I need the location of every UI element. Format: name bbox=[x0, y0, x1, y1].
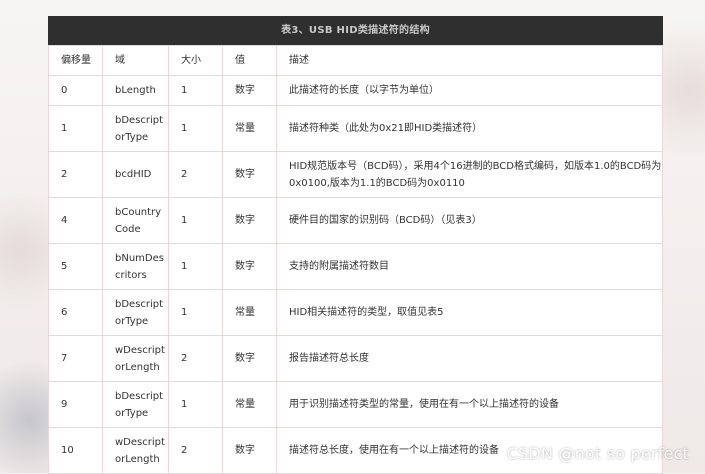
cell-description: 描述符种类（此处为0x21即HID类描述符） bbox=[276, 105, 663, 152]
cell-value: 数字 bbox=[222, 335, 277, 382]
hid-descriptor-table: 表3、USB HID类描述符的结构 偏移量 域 大小 值 描述 0 bLengt… bbox=[48, 16, 663, 474]
cell-value: 常量 bbox=[222, 289, 277, 336]
cell-field: wDescriptorLength bbox=[102, 335, 169, 382]
cell-size: 2 bbox=[168, 335, 223, 382]
cell-offset: 5 bbox=[48, 243, 103, 290]
cell-offset: 4 bbox=[48, 197, 103, 244]
table-row: 5 bNumDescritors 1 数字 支持的附属描述符数目 bbox=[48, 243, 663, 290]
cell-value: 数字 bbox=[222, 75, 277, 106]
csdn-watermark: CSDN @not so perfect bbox=[506, 444, 689, 463]
table-row: 0 bLength 1 数字 此描述符的长度（以字节为单位） bbox=[48, 75, 663, 106]
table-row: 2 bcdHID 2 数字 HID规范版本号（BCD码），采用4个16进制的BC… bbox=[48, 151, 663, 198]
cell-size: 1 bbox=[168, 243, 223, 290]
table-header-row: 偏移量 域 大小 值 描述 bbox=[48, 45, 663, 76]
table-row: 7 wDescriptorLength 2 数字 报告描述符总长度 bbox=[48, 335, 663, 382]
cell-size: 1 bbox=[168, 197, 223, 244]
cell-value: 常量 bbox=[222, 105, 277, 152]
cell-value: 数字 bbox=[222, 427, 277, 474]
cell-field: bCountryCode bbox=[102, 197, 169, 244]
cell-offset: 1 bbox=[48, 105, 103, 152]
cell-description: HID规范版本号（BCD码），采用4个16进制的BCD格式编码，如版本1.0的B… bbox=[276, 151, 663, 198]
cell-offset: 10 bbox=[48, 427, 103, 474]
cell-description: 硬件目的国家的识别码（BCD码）（见表3） bbox=[276, 197, 663, 244]
table-row: 1 bDescriptorType 1 常量 描述符种类（此处为0x21即HID… bbox=[48, 105, 663, 152]
cell-size: 2 bbox=[168, 427, 223, 474]
cell-size: 1 bbox=[168, 289, 223, 336]
table-row: 6 bDescriptorType 1 常量 HID相关描述符的类型，取值见表5 bbox=[48, 289, 663, 336]
cell-field: bNumDescritors bbox=[102, 243, 169, 290]
header-value: 值 bbox=[222, 45, 277, 76]
cell-size: 2 bbox=[168, 151, 223, 198]
table-row: 9 bDescriptorType 1 常量 用于识别描述符类型的常量，使用在有… bbox=[48, 381, 663, 428]
cell-value: 数字 bbox=[222, 197, 277, 244]
hid-descriptor-table-container: 表3、USB HID类描述符的结构 偏移量 域 大小 值 描述 0 bLengt… bbox=[48, 16, 663, 474]
cell-size: 1 bbox=[168, 105, 223, 152]
cell-size: 1 bbox=[168, 75, 223, 106]
cell-description: HID相关描述符的类型，取值见表5 bbox=[276, 289, 663, 336]
cell-offset: 6 bbox=[48, 289, 103, 336]
cell-field: bDescriptorType bbox=[102, 105, 169, 152]
cell-field: wDescriptorLength bbox=[102, 427, 169, 474]
cell-value: 数字 bbox=[222, 151, 277, 198]
table-caption: 表3、USB HID类描述符的结构 bbox=[48, 16, 663, 45]
cell-field: bDescriptorType bbox=[102, 381, 169, 428]
cell-field: bcdHID bbox=[102, 151, 169, 198]
header-offset: 偏移量 bbox=[48, 45, 103, 76]
cell-description: 此描述符的长度（以字节为单位） bbox=[276, 75, 663, 106]
cell-description: 支持的附属描述符数目 bbox=[276, 243, 663, 290]
table-row: 4 bCountryCode 1 数字 硬件目的国家的识别码（BCD码）（见表3… bbox=[48, 197, 663, 244]
header-size: 大小 bbox=[168, 45, 223, 76]
cell-offset: 9 bbox=[48, 381, 103, 428]
cell-field: bDescriptorType bbox=[102, 289, 169, 336]
cell-offset: 7 bbox=[48, 335, 103, 382]
cell-description: 报告描述符总长度 bbox=[276, 335, 663, 382]
cell-offset: 0 bbox=[48, 75, 103, 106]
cell-offset: 2 bbox=[48, 151, 103, 198]
header-field: 域 bbox=[102, 45, 169, 76]
header-description: 描述 bbox=[276, 45, 663, 76]
cell-field: bLength bbox=[102, 75, 169, 106]
cell-description: 用于识别描述符类型的常量，使用在有一个以上描述符的设备 bbox=[276, 381, 663, 428]
cell-size: 1 bbox=[168, 381, 223, 428]
cell-value: 常量 bbox=[222, 381, 277, 428]
cell-value: 数字 bbox=[222, 243, 277, 290]
